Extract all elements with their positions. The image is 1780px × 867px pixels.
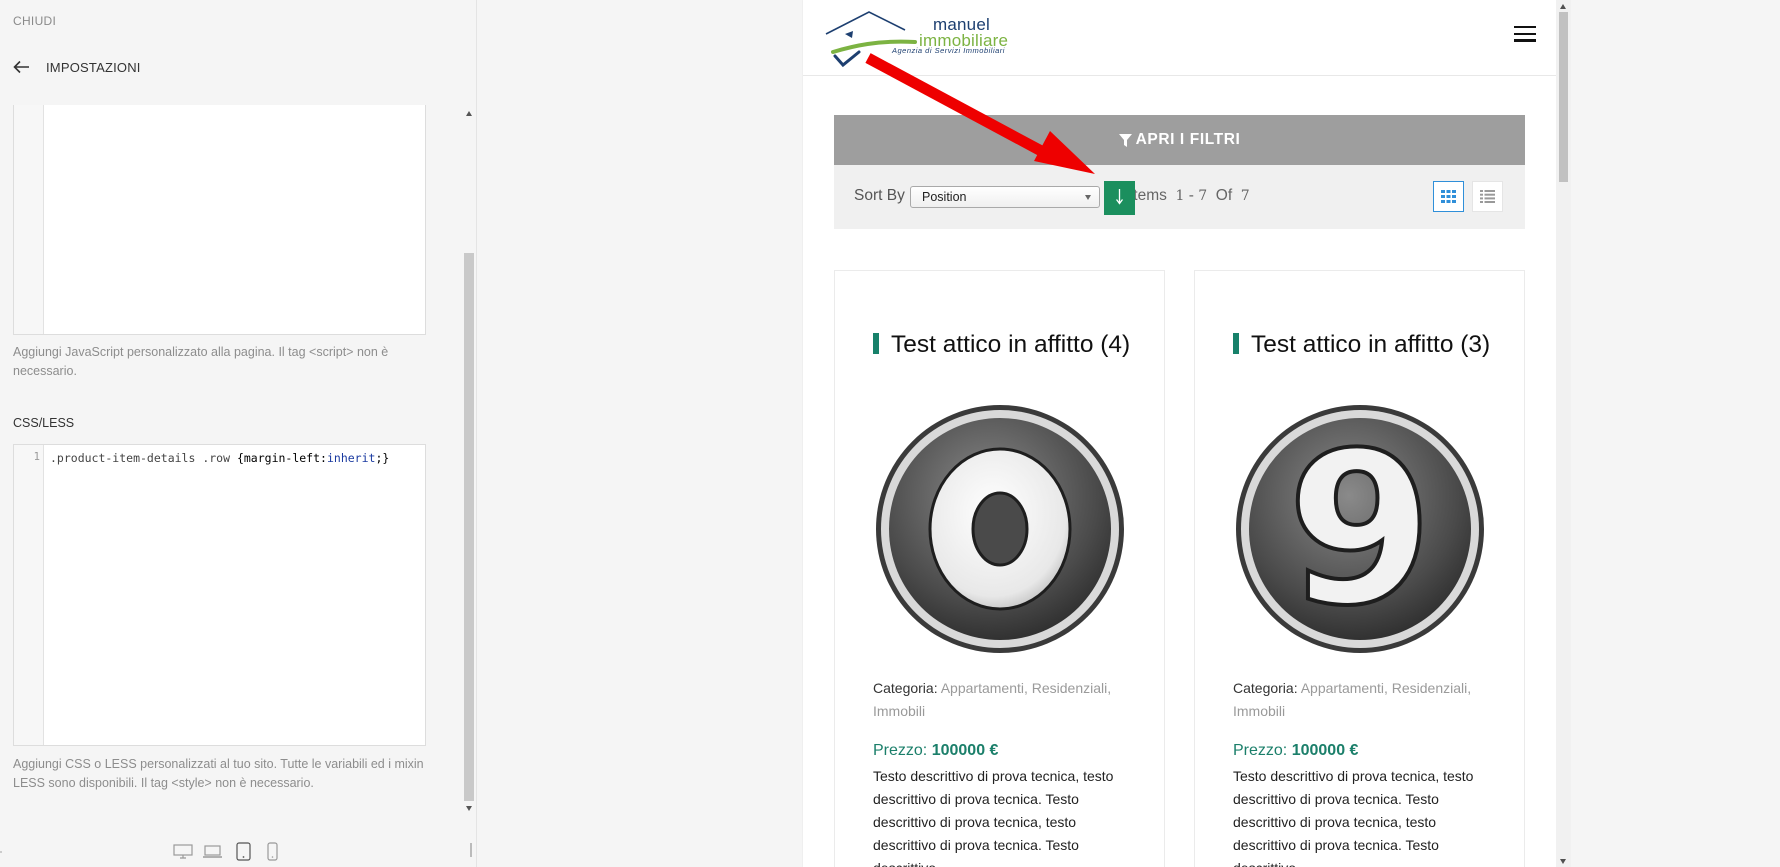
code-brace-close: ;} bbox=[375, 451, 390, 465]
product-card[interactable]: Test attico in affitto (4) 0 Categoria: … bbox=[834, 270, 1165, 867]
product-title[interactable]: Test attico in affitto (4) bbox=[873, 327, 1143, 363]
items-of-label: Of bbox=[1215, 187, 1233, 204]
sort-direction-button[interactable] bbox=[1104, 181, 1135, 215]
product-description: Testo descrittivo di prova tecnica, test… bbox=[1233, 768, 1474, 867]
scroll-down-arrow[interactable] bbox=[1560, 859, 1566, 864]
site-logo[interactable]: manuel immobiliare Agenzia di Servizi Im… bbox=[823, 8, 1009, 68]
sort-by-select[interactable]: Position bbox=[910, 186, 1100, 208]
mobile-preview-button[interactable] bbox=[267, 842, 278, 861]
price-label: Prezzo: bbox=[873, 742, 928, 759]
product-card[interactable]: Test attico in affitto (3) 9 Categoria: … bbox=[1194, 270, 1525, 867]
price-value: 100000 € bbox=[931, 742, 999, 759]
open-filters-button[interactable]: APRI I FILTRI bbox=[834, 115, 1525, 165]
settings-scroll-area[interactable]: Aggiungi JavaScript personalizzato alla … bbox=[0, 105, 462, 813]
scrollbar-thumb[interactable] bbox=[1559, 12, 1568, 182]
back-to-settings[interactable]: IMPOSTAZIONI bbox=[13, 57, 141, 77]
scroll-up-arrow[interactable] bbox=[1560, 4, 1566, 9]
logo-tagline: Agenzia di Servizi Immobiliari bbox=[892, 46, 1005, 55]
scrollbar-thumb[interactable] bbox=[464, 253, 474, 801]
laptop-preview-button[interactable] bbox=[202, 844, 223, 859]
preview-scrollbar[interactable] bbox=[1556, 0, 1571, 867]
site-preview: manuel immobiliare Agenzia di Servizi Im… bbox=[803, 0, 1556, 867]
list-icon bbox=[1480, 190, 1495, 203]
arrow-left-icon bbox=[13, 60, 29, 74]
product-categories: Categoria: Appartamenti, Residenziali, I… bbox=[873, 677, 1138, 723]
product-price: Prezzo: 100000 € bbox=[1233, 742, 1358, 760]
products-toolbar: Sort By Position Items 1 - 7 Of 7 bbox=[834, 165, 1525, 229]
desktop-preview-button[interactable] bbox=[173, 844, 193, 859]
laptop-icon bbox=[203, 845, 222, 858]
funnel-icon bbox=[1118, 133, 1132, 147]
panel-scrollbar[interactable] bbox=[463, 105, 477, 813]
js-help-text: Aggiungi JavaScript personalizzato alla … bbox=[13, 345, 389, 378]
line-number: 1 bbox=[33, 451, 40, 463]
category-label: Categoria: bbox=[1233, 680, 1298, 696]
product-price: Prezzo: 100000 € bbox=[873, 742, 998, 760]
edge-marker bbox=[0, 851, 2, 853]
code-value: inherit bbox=[326, 451, 376, 465]
category-label: Categoria: bbox=[873, 680, 938, 696]
product-image[interactable]: 0 bbox=[875, 404, 1125, 654]
editor-gutter bbox=[14, 445, 44, 745]
css-less-label: CSS/LESS bbox=[13, 416, 75, 430]
list-view-button[interactable] bbox=[1472, 181, 1503, 212]
code-selector: .product-item-details .row bbox=[50, 451, 237, 465]
mobile-icon bbox=[267, 842, 278, 861]
css-code-line[interactable]: .product-item-details .row {margin-left:… bbox=[50, 451, 389, 465]
device-preview-bar bbox=[0, 840, 477, 867]
editor-gutter bbox=[14, 105, 44, 334]
sort-by-label: Sort By bbox=[854, 187, 905, 204]
scroll-up-arrow[interactable] bbox=[466, 111, 472, 116]
product-title[interactable]: Test attico in affitto (3) bbox=[1233, 327, 1503, 363]
product-description: Testo descrittivo di prova tecnica, test… bbox=[873, 768, 1114, 867]
css-help-text: Aggiungi CSS o LESS personalizzati al tu… bbox=[13, 757, 424, 790]
desktop-icon bbox=[173, 844, 193, 859]
scroll-down-arrow[interactable] bbox=[466, 806, 472, 811]
javascript-editor[interactable] bbox=[13, 105, 426, 335]
price-label: Prezzo: bbox=[1233, 742, 1288, 759]
css-less-editor[interactable]: 1 .product-item-details .row {margin-lef… bbox=[13, 444, 426, 746]
open-filters-label: APRI I FILTRI bbox=[1135, 131, 1241, 148]
price-value: 100000 € bbox=[1291, 742, 1359, 759]
code-brace-open: { bbox=[236, 451, 244, 465]
product-categories: Categoria: Appartamenti, Residenziali, I… bbox=[1233, 677, 1498, 723]
items-to: 7 bbox=[1198, 188, 1208, 204]
grid-view-button[interactable] bbox=[1433, 181, 1464, 212]
code-property: margin-left: bbox=[243, 451, 327, 465]
hamburger-menu-icon[interactable] bbox=[1514, 26, 1536, 44]
panel-resize-handle[interactable] bbox=[470, 843, 472, 857]
product-image[interactable]: 9 bbox=[1235, 404, 1485, 654]
items-total: 7 bbox=[1240, 188, 1250, 204]
arrow-down-icon bbox=[1116, 189, 1123, 205]
section-title: IMPOSTAZIONI bbox=[46, 59, 141, 75]
items-from: 1 bbox=[1175, 188, 1185, 204]
items-count: Items 1 - 7 Of 7 bbox=[1129, 187, 1250, 204]
grid-icon bbox=[1441, 190, 1456, 203]
product-image-digit: 9 bbox=[1287, 407, 1433, 652]
tablet-icon bbox=[236, 842, 251, 861]
close-link[interactable]: CHIUDI bbox=[13, 14, 56, 28]
product-image-digit: 0 bbox=[875, 404, 876, 405]
customizer-panel: CHIUDI IMPOSTAZIONI Aggiungi JavaScript … bbox=[0, 0, 477, 867]
site-header: manuel immobiliare Agenzia di Servizi Im… bbox=[803, 0, 1556, 76]
tablet-preview-button[interactable] bbox=[236, 842, 251, 861]
